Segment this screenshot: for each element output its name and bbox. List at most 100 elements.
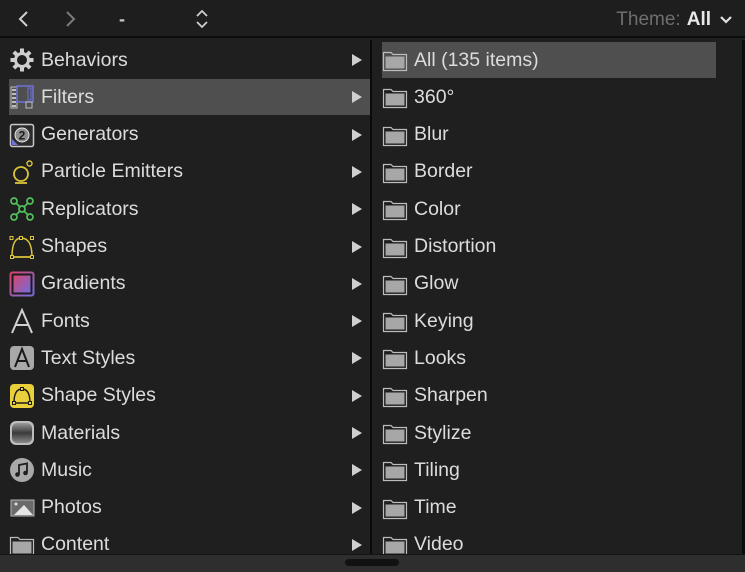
disclosure-arrow-icon[interactable] bbox=[352, 91, 362, 104]
path-stepper-button[interactable] bbox=[190, 6, 214, 32]
chevron-down-icon bbox=[720, 16, 732, 24]
category-item-generators[interactable]: 2 Generators bbox=[9, 117, 370, 153]
subcategory-label: Time bbox=[414, 496, 457, 519]
disclosure-arrow-icon[interactable] bbox=[352, 464, 362, 477]
subcategory-item-looks[interactable]: Looks bbox=[382, 340, 716, 376]
disclosure-arrow-icon[interactable] bbox=[352, 128, 362, 141]
category-item-filters[interactable]: Filters bbox=[9, 79, 370, 116]
subcategory-item-time[interactable]: Time bbox=[382, 490, 716, 526]
subcategory-label: All (135 items) bbox=[414, 48, 539, 71]
subcategory-item-sharpen[interactable]: Sharpen bbox=[382, 378, 716, 414]
subcategory-label: Border bbox=[414, 160, 473, 183]
category-label: Behaviors bbox=[41, 48, 128, 71]
category-label: Music bbox=[41, 458, 92, 481]
subcategory-label: Sharpen bbox=[414, 384, 488, 407]
subcategory-item-tiling[interactable]: Tiling bbox=[382, 452, 716, 488]
category-label: Replicators bbox=[41, 197, 139, 220]
resize-handle[interactable] bbox=[345, 559, 399, 566]
subcategory-item-blur[interactable]: Blur bbox=[382, 117, 716, 153]
category-item-replicators[interactable]: Replicators bbox=[9, 191, 370, 227]
disclosure-arrow-icon[interactable] bbox=[352, 240, 362, 253]
photo-icon bbox=[9, 495, 35, 521]
subcategory-label: Stylize bbox=[414, 421, 472, 444]
subcategory-item-glow[interactable]: Glow bbox=[382, 266, 716, 302]
disclosure-arrow-icon[interactable] bbox=[352, 315, 362, 328]
material-icon bbox=[9, 420, 35, 446]
subcategory-item-border[interactable]: Border bbox=[382, 154, 716, 190]
folder-icon bbox=[382, 196, 408, 222]
path-popup[interactable]: - bbox=[110, 6, 134, 32]
folder-icon bbox=[382, 383, 408, 409]
folder-icon bbox=[382, 234, 408, 260]
category-label: Fonts bbox=[41, 309, 90, 332]
subcategory-item-video[interactable]: Video bbox=[382, 527, 716, 554]
category-item-music[interactable]: Music bbox=[9, 452, 370, 488]
category-item-shapes[interactable]: Shapes bbox=[9, 229, 370, 265]
folder-icon bbox=[382, 495, 408, 521]
folder-icon bbox=[382, 159, 408, 185]
category-item-gradients[interactable]: Gradients bbox=[9, 266, 370, 302]
folder-icon bbox=[382, 457, 408, 483]
filmstrip-icon bbox=[9, 84, 35, 110]
category-item-particle-emitters[interactable]: Particle Emitters bbox=[9, 154, 370, 190]
folder-icon bbox=[382, 420, 408, 446]
category-item-text-styles[interactable]: Text Styles bbox=[9, 340, 370, 376]
folder-icon bbox=[382, 47, 408, 73]
category-label: Content bbox=[41, 533, 110, 554]
subcategory-item-all-135-items[interactable]: All (135 items) bbox=[382, 42, 716, 78]
category-label: Photos bbox=[41, 496, 102, 519]
font-letter-icon bbox=[9, 308, 35, 334]
back-button[interactable] bbox=[12, 6, 36, 32]
subcategory-label: 360° bbox=[414, 85, 455, 108]
category-item-shape-styles[interactable]: Shape Styles bbox=[9, 378, 370, 414]
subcategory-list: All (135 items) 360° Blur Border Color Distor… bbox=[372, 40, 745, 554]
disclosure-arrow-icon[interactable] bbox=[352, 501, 362, 514]
category-item-materials[interactable]: Materials bbox=[9, 415, 370, 451]
forward-button[interactable] bbox=[58, 6, 82, 32]
subcategory-label: Looks bbox=[414, 346, 467, 369]
folder-icon bbox=[9, 532, 35, 554]
generator-countdown-icon: 2 bbox=[9, 122, 35, 148]
category-item-photos[interactable]: Photos bbox=[9, 490, 370, 526]
folder-icon bbox=[382, 271, 408, 297]
category-item-fonts[interactable]: Fonts bbox=[9, 303, 370, 339]
subcategory-item-360[interactable]: 360° bbox=[382, 79, 716, 115]
subcategory-item-keying[interactable]: Keying bbox=[382, 303, 716, 339]
category-label: Materials bbox=[41, 421, 121, 444]
category-item-behaviors[interactable]: Behaviors bbox=[9, 42, 370, 78]
svg-text:2: 2 bbox=[19, 128, 26, 142]
disclosure-arrow-icon[interactable] bbox=[352, 54, 362, 66]
disclosure-arrow-icon[interactable] bbox=[352, 203, 362, 216]
subcategory-item-distortion[interactable]: Distortion bbox=[382, 229, 716, 265]
subcategory-label: Distortion bbox=[414, 235, 497, 257]
particle-emitter-icon bbox=[9, 159, 35, 185]
folder-icon bbox=[382, 122, 408, 148]
resize-bar bbox=[0, 554, 745, 572]
subcategory-label: Keying bbox=[414, 309, 474, 332]
subcategory-item-stylize[interactable]: Stylize bbox=[382, 415, 716, 451]
folder-icon bbox=[382, 84, 408, 110]
folder-icon bbox=[382, 532, 408, 554]
category-label: Generators bbox=[41, 123, 139, 146]
theme-dropdown[interactable]: Theme: All bbox=[616, 8, 733, 32]
disclosure-arrow-icon[interactable] bbox=[352, 427, 362, 439]
category-label: Filters bbox=[41, 85, 95, 108]
category-label: Gradients bbox=[41, 272, 126, 295]
subcategory-label: Blur bbox=[414, 123, 449, 146]
up-down-chevron-icon bbox=[196, 9, 208, 29]
subcategory-label: Glow bbox=[414, 272, 459, 295]
subcategory-item-color[interactable]: Color bbox=[382, 191, 716, 227]
folder-icon bbox=[382, 345, 408, 371]
disclosure-arrow-icon[interactable] bbox=[352, 389, 362, 402]
music-note-icon bbox=[9, 457, 35, 483]
disclosure-arrow-icon[interactable] bbox=[352, 538, 362, 551]
category-label: Shape Styles bbox=[41, 384, 156, 407]
chevron-right-icon bbox=[66, 11, 76, 27]
theme-value: All bbox=[686, 9, 711, 30]
theme-label: Theme: bbox=[616, 9, 681, 30]
disclosure-arrow-icon[interactable] bbox=[352, 165, 362, 178]
disclosure-arrow-icon[interactable] bbox=[352, 352, 362, 365]
category-item-content[interactable]: Content bbox=[9, 527, 370, 554]
category-label: Particle Emitters bbox=[41, 160, 183, 183]
disclosure-arrow-icon[interactable] bbox=[352, 277, 362, 290]
